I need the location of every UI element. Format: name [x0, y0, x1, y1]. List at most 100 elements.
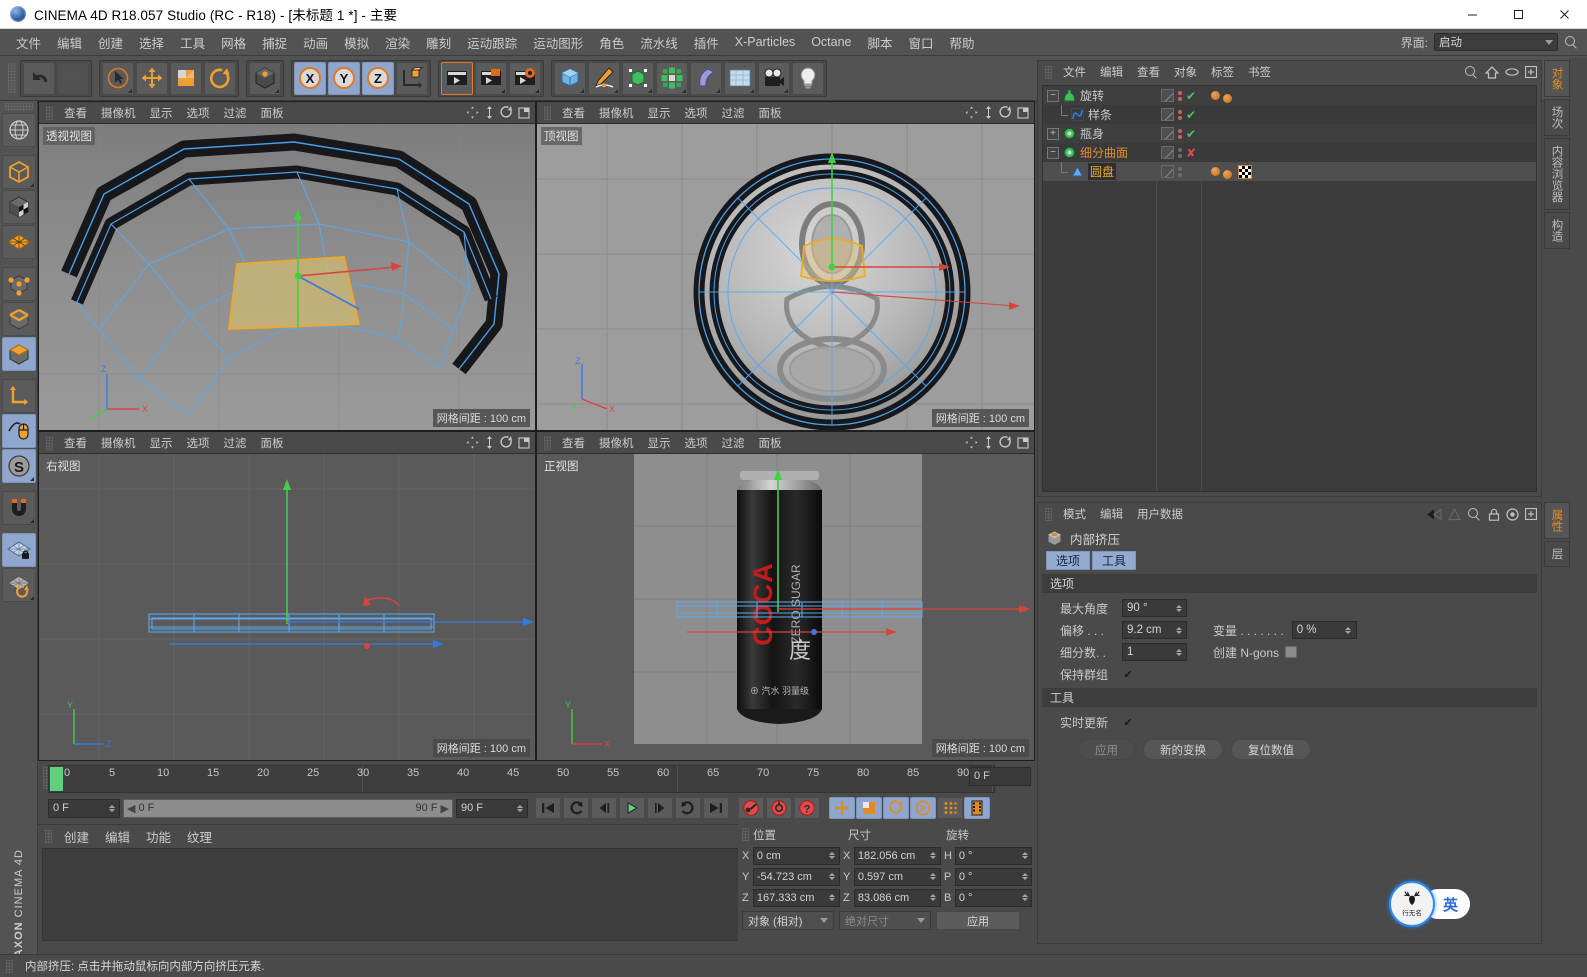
target-icon[interactable]: [1506, 508, 1519, 521]
rotate-view-icon[interactable]: [999, 106, 1012, 119]
ellipse-icon[interactable]: [1505, 67, 1519, 77]
viewport-perspective[interactable]: 查看 摄像机 显示 选项 过滤 面板: [38, 101, 536, 431]
size-x-field[interactable]: 182.056 cm: [854, 847, 941, 865]
rotate-view-icon[interactable]: [999, 436, 1012, 449]
size-mode-select[interactable]: 绝对尺寸: [839, 911, 931, 930]
offset-field[interactable]: 9.2 cm: [1122, 621, 1187, 639]
tool-submenu-corner[interactable]: [30, 519, 34, 523]
menu-tools[interactable]: 工具: [172, 30, 213, 55]
position-y-field[interactable]: -54.723 cm: [753, 868, 840, 886]
render-view-button[interactable]: [441, 62, 473, 95]
tool-submenu-corner[interactable]: [682, 89, 686, 93]
object-menu-view[interactable]: 查看: [1130, 62, 1167, 82]
pan-icon[interactable]: [965, 436, 978, 449]
menu-sculpt[interactable]: 雕刻: [418, 30, 459, 55]
camera-button[interactable]: [758, 62, 790, 95]
viewport-menu-panel[interactable]: 面板: [752, 103, 789, 123]
position-x-field[interactable]: 0 cm: [753, 847, 840, 865]
viewport-menu-view[interactable]: 查看: [555, 103, 592, 123]
light-button[interactable]: [792, 62, 824, 95]
make-editable-button[interactable]: [2, 113, 36, 147]
new-transform-button[interactable]: 新的变换: [1143, 739, 1223, 760]
mograph-button[interactable]: [656, 62, 688, 95]
menu-snap[interactable]: 捕捉: [254, 30, 295, 55]
object-manager-tree[interactable]: − 旋转 ✔ 样条: [1042, 85, 1537, 492]
menu-character[interactable]: 角色: [591, 30, 632, 55]
scale-tool[interactable]: [170, 62, 202, 95]
tab-content-browser[interactable]: 内容浏览器: [1544, 138, 1570, 210]
tool-submenu-corner[interactable]: [750, 89, 754, 93]
render-settings-button[interactable]: [509, 62, 541, 95]
stepper-icon[interactable]: [1021, 852, 1028, 859]
visibility-tag-icon[interactable]: [1161, 89, 1174, 102]
timeline-scrollbar[interactable]: ◀ 0 F 90 F ▶: [123, 799, 453, 818]
stepper-icon[interactable]: [516, 805, 523, 812]
maximize-viewport-icon[interactable]: [518, 107, 530, 119]
table-row[interactable]: − 旋转 ✔: [1043, 86, 1536, 105]
viewport-front[interactable]: 查看 摄像机 显示 选项 过滤 面板: [536, 431, 1035, 761]
zoom-icon[interactable]: [484, 106, 495, 119]
maximize-button[interactable]: [1495, 0, 1541, 29]
rotate-tool[interactable]: [204, 62, 236, 95]
viewport-menu-options[interactable]: 选项: [180, 433, 217, 453]
stepper-icon[interactable]: [1021, 873, 1028, 880]
stepper-icon[interactable]: [1175, 649, 1182, 656]
viewport-menu-filter[interactable]: 过滤: [715, 103, 752, 123]
table-row[interactable]: + 瓶身 ✔: [1043, 124, 1536, 143]
menu-plugins[interactable]: 插件: [686, 30, 727, 55]
timeline-start-field[interactable]: 0 F: [48, 799, 120, 818]
current-frame-marker[interactable]: [50, 767, 63, 791]
stepper-icon[interactable]: [1021, 894, 1028, 901]
material-tag-icon[interactable]: [1223, 94, 1232, 103]
step-back-button[interactable]: [591, 797, 617, 819]
rotation-p-field[interactable]: 0 °: [955, 868, 1032, 886]
tab-objects[interactable]: 对象: [1544, 60, 1570, 97]
rotate-view-icon[interactable]: [500, 106, 513, 119]
search-icon[interactable]: [1464, 65, 1479, 80]
tool-submenu-corner[interactable]: [30, 596, 34, 600]
left-toolbar-grip[interactable]: [5, 103, 33, 110]
stepper-icon[interactable]: [1345, 627, 1352, 634]
size-y-field[interactable]: 0.597 cm: [854, 868, 941, 886]
enable-axis-button[interactable]: [2, 414, 36, 448]
deformer-button[interactable]: [690, 62, 722, 95]
object-axis-mode-button[interactable]: [2, 379, 36, 413]
viewport-grip[interactable]: [46, 436, 53, 450]
point-mode-button[interactable]: [2, 267, 36, 301]
enabled-check-icon[interactable]: ✔: [1186, 90, 1196, 102]
material-tag-icon[interactable]: [1211, 91, 1220, 100]
viewport-menu-view[interactable]: 查看: [57, 433, 94, 453]
coordinates-grip[interactable]: [742, 828, 749, 841]
tool-submenu-corner[interactable]: [501, 89, 505, 93]
stepper-icon[interactable]: [930, 852, 937, 859]
table-row[interactable]: − 细分曲面 ✘: [1043, 143, 1536, 162]
record-active-objects-button[interactable]: [738, 797, 764, 819]
viewport-menu-view[interactable]: 查看: [555, 433, 592, 453]
current-frame-field[interactable]: 0 F: [969, 767, 1031, 786]
edge-mode-button[interactable]: [2, 302, 36, 336]
enabled-check-icon[interactable]: ✔: [1186, 128, 1196, 140]
stepper-icon[interactable]: [829, 852, 836, 859]
stepper-icon[interactable]: [829, 873, 836, 880]
attribute-menu-edit[interactable]: 编辑: [1093, 504, 1130, 524]
material-menu-texture[interactable]: 纹理: [179, 824, 220, 849]
expand-panel-icon[interactable]: [1525, 508, 1537, 520]
go-to-end-button[interactable]: [703, 797, 729, 819]
disabled-cross-icon[interactable]: ✘: [1186, 147, 1196, 159]
object-menu-edit[interactable]: 编辑: [1093, 62, 1130, 82]
tab-structure[interactable]: 构造: [1544, 212, 1570, 249]
stepper-icon[interactable]: [930, 873, 937, 880]
attribute-menu-mode[interactable]: 模式: [1056, 504, 1093, 524]
viewport-menu-options[interactable]: 选项: [678, 103, 715, 123]
search-icon[interactable]: [1564, 35, 1579, 50]
table-row[interactable]: 圆盘: [1043, 162, 1536, 181]
next-key-button[interactable]: [675, 797, 701, 819]
apply-button[interactable]: 应用: [1078, 739, 1135, 760]
visibility-tag-icon[interactable]: [1161, 165, 1174, 178]
viewport-menu-panel[interactable]: 面板: [254, 103, 291, 123]
axis-y-lock[interactable]: Y: [328, 62, 360, 95]
forward-arrow-icon[interactable]: [1448, 508, 1461, 521]
preserve-groups-checkbox[interactable]: ✔: [1122, 668, 1134, 680]
interface-select[interactable]: 启动: [1434, 33, 1558, 51]
scale-key-toggle[interactable]: [856, 797, 882, 819]
